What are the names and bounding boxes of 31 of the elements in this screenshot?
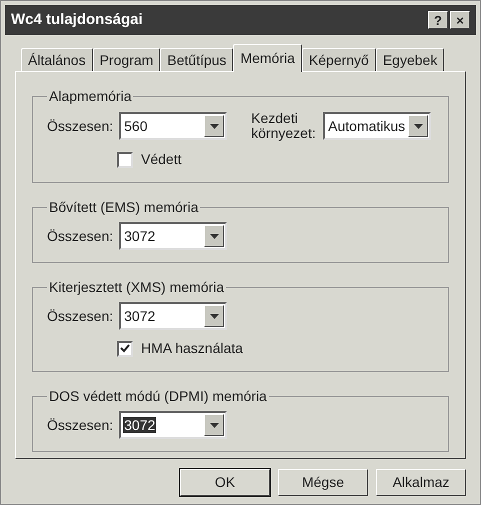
dropdown-field[interactable]: 3072 (119, 302, 228, 330)
dialog-button[interactable]: Alkalmaz (376, 469, 466, 496)
dropdown-field[interactable]: 3072 (119, 222, 228, 250)
checkbox[interactable] (117, 340, 133, 356)
check-mark-icon (120, 344, 130, 353)
tab[interactable]: Képernyő (302, 48, 376, 71)
field-label: Összesen: (47, 416, 114, 434)
tab[interactable]: Betűtípus (160, 48, 234, 71)
dropdown-field[interactable]: 560 (119, 112, 228, 140)
checkbox-label[interactable]: HMA használata (141, 338, 243, 359)
dropdown-field[interactable]: Automatikus (323, 112, 432, 140)
checkbox[interactable] (117, 152, 133, 168)
field-label: Kezdeti környezet: (251, 111, 317, 141)
tab[interactable]: Memória (233, 44, 302, 72)
group-title: Bővített (EMS) memória (48, 198, 200, 217)
group-title: DOS védett módú (DPMI) memória (48, 387, 268, 406)
dialog-button[interactable]: OK (180, 469, 270, 496)
dialog-button[interactable]: Mégse (278, 469, 368, 496)
field-label: Összesen: (47, 116, 114, 136)
tab[interactable]: Általános (21, 48, 93, 71)
help-button[interactable]: ? (428, 11, 448, 29)
tab[interactable]: Egyebek (376, 48, 444, 71)
group-title: Alapmemória (48, 87, 132, 106)
checkbox-label[interactable]: Védett (141, 149, 182, 170)
close-button[interactable]: × (450, 11, 470, 29)
window-title: Wc4 tulajdonságai (11, 10, 144, 30)
field-label: Összesen: (47, 226, 114, 246)
dropdown-field[interactable]: 3072 (119, 411, 228, 439)
tab[interactable]: Program (92, 48, 160, 71)
field-label: Összesen: (47, 306, 114, 326)
group-title: Kiterjesztett (XMS) memória (48, 278, 226, 297)
